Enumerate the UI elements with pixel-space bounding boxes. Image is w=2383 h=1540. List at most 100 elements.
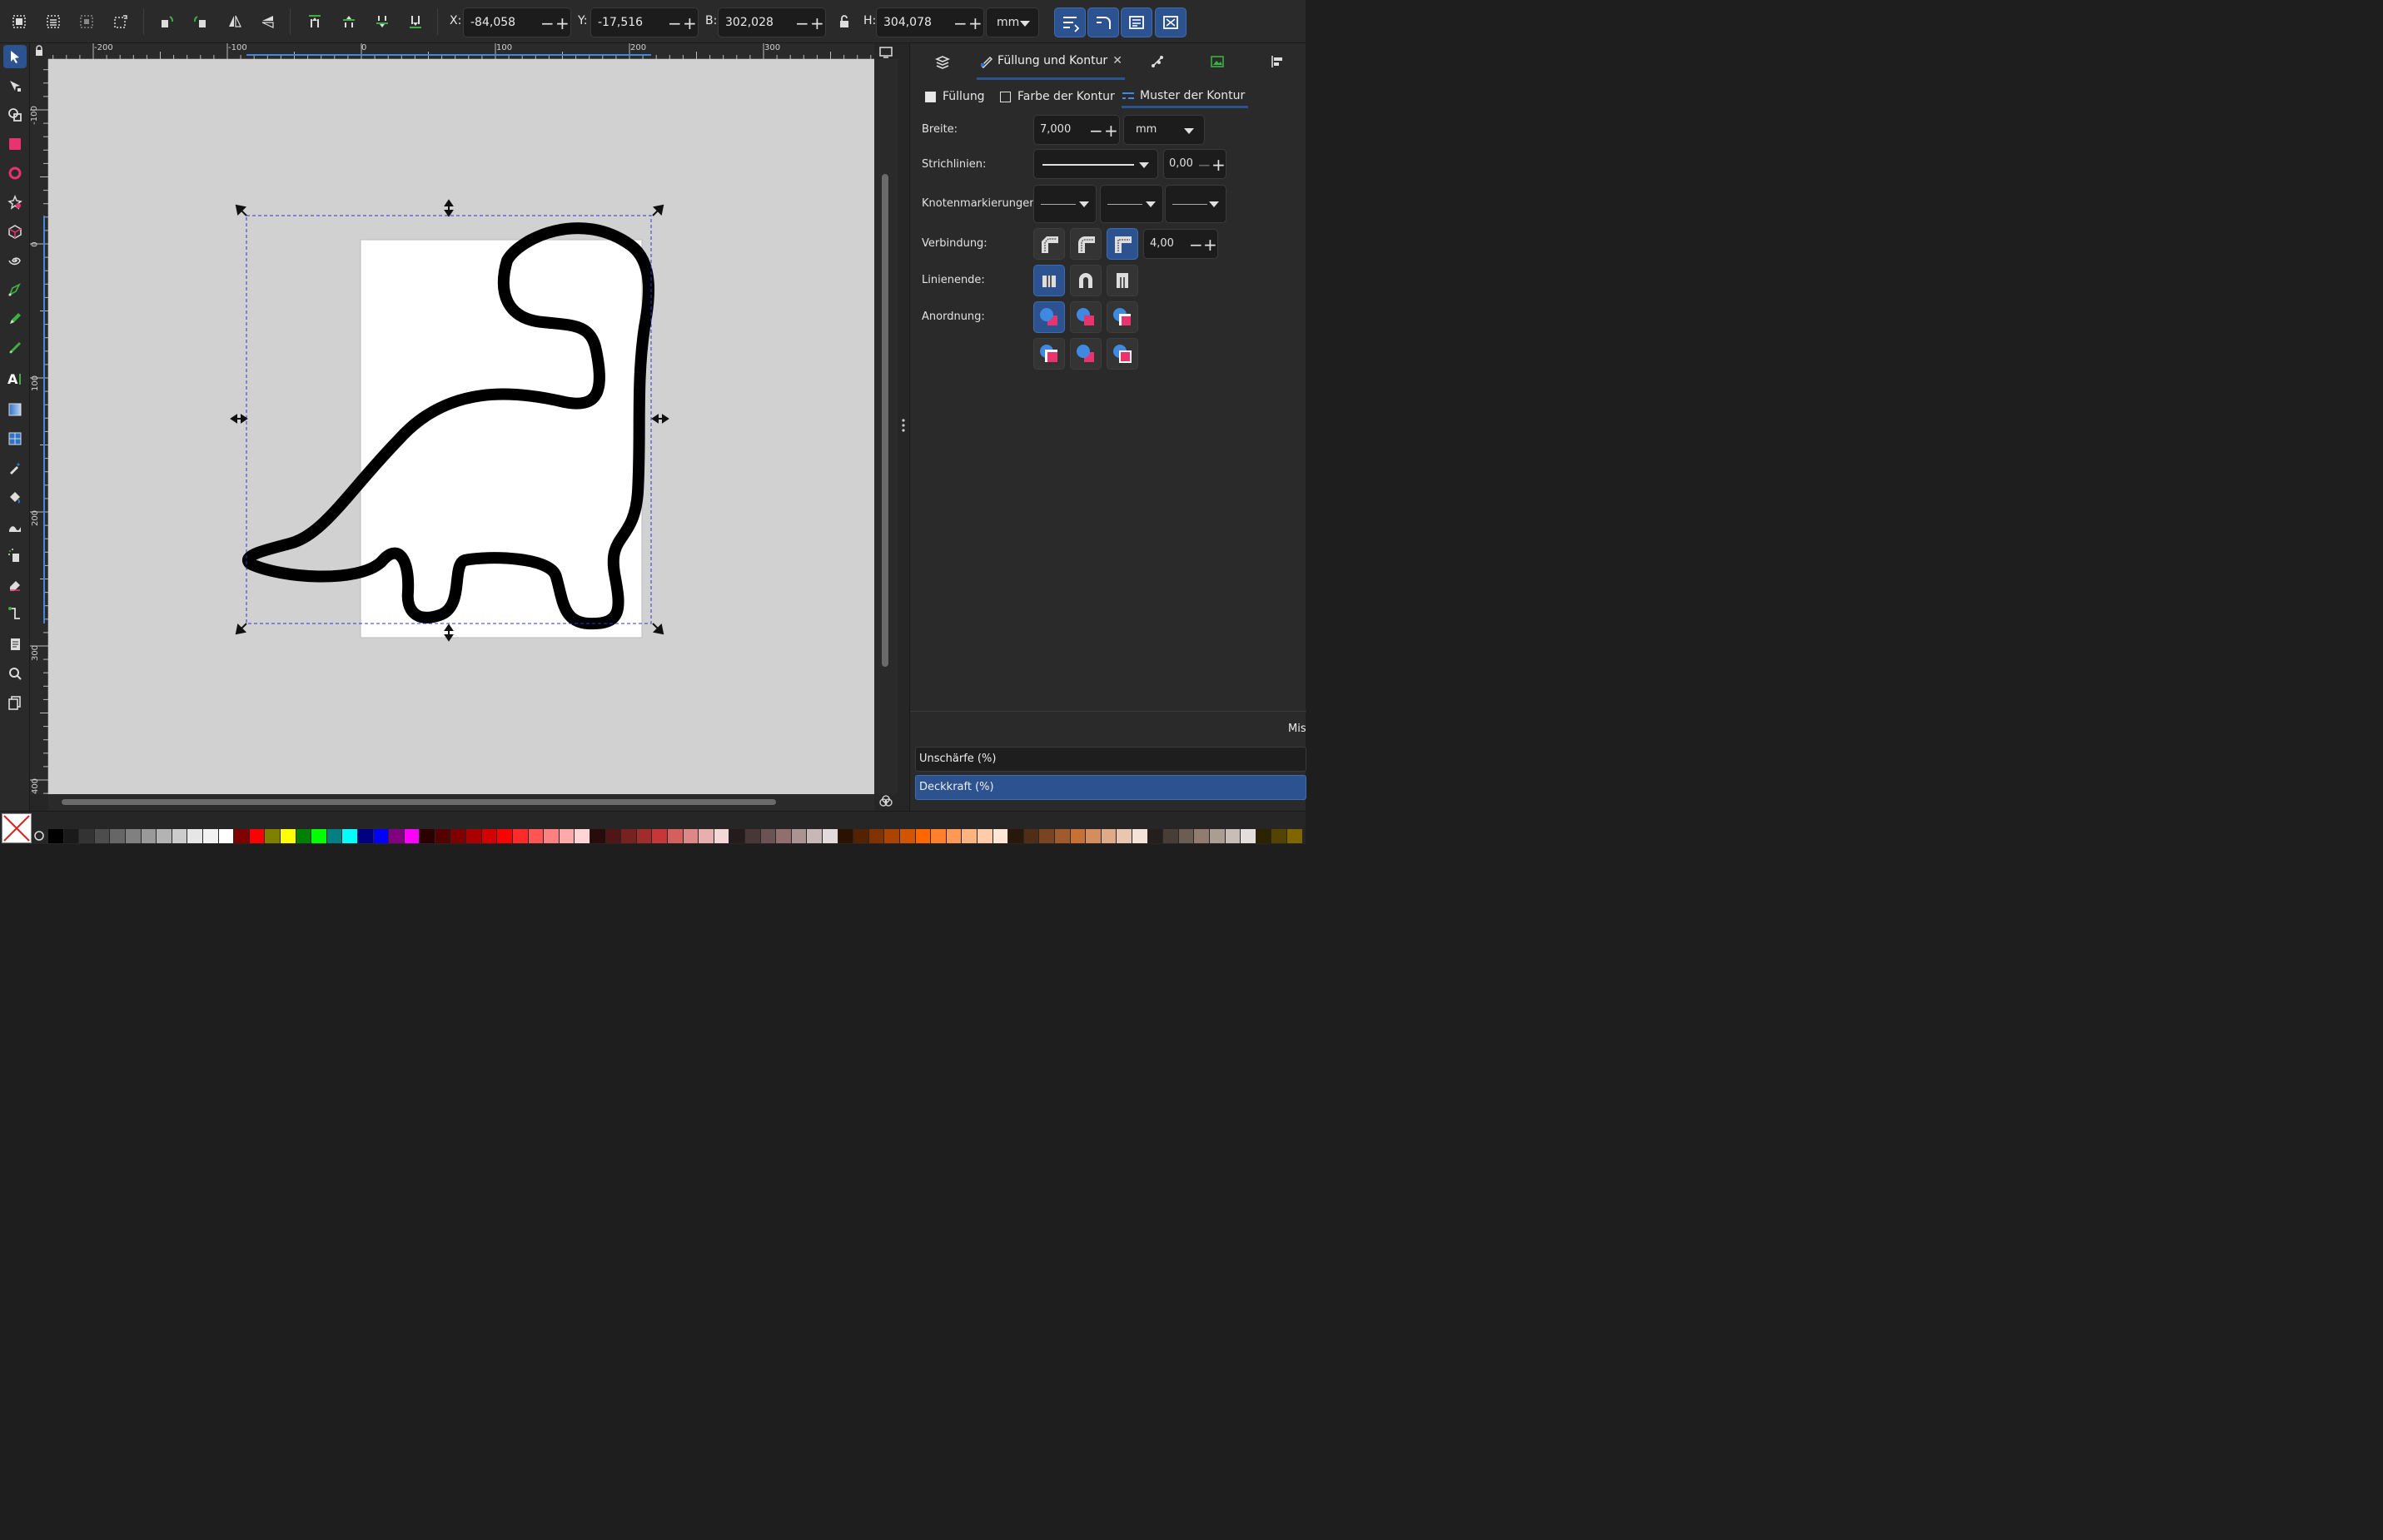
palette-swatch[interactable] <box>63 829 79 843</box>
dash-pattern-select[interactable] <box>1033 149 1158 179</box>
palette-swatch[interactable] <box>126 829 141 843</box>
palette-swatch[interactable] <box>791 829 807 843</box>
palette-swatch[interactable] <box>915 829 931 843</box>
x-input[interactable]: -84,058 − + <box>463 7 571 37</box>
spray-tool[interactable] <box>3 544 27 567</box>
x-decrement-button[interactable]: − <box>540 15 555 32</box>
scale-radii-toggle[interactable] <box>1087 7 1119 37</box>
palette-swatch[interactable] <box>1070 829 1086 843</box>
width-increment-button[interactable]: + <box>810 15 824 32</box>
palette-swatch[interactable] <box>358 829 373 843</box>
palette-swatch[interactable] <box>575 829 590 843</box>
palette-swatch[interactable] <box>636 829 652 843</box>
palette-swatch[interactable] <box>311 829 326 843</box>
palette-swatch[interactable] <box>652 829 667 843</box>
palette-swatch[interactable] <box>420 829 435 843</box>
flip-horizontal-icon[interactable] <box>223 10 246 33</box>
miter-limit-input[interactable]: 4,00 − + <box>1143 229 1218 259</box>
palette-swatch[interactable] <box>249 829 265 843</box>
rotate-ccw-icon[interactable] <box>155 10 178 33</box>
subtab-stroke-paint[interactable]: Farbe der Kontur <box>1000 85 1115 108</box>
tab-layers[interactable] <box>910 43 975 80</box>
blur-slider[interactable]: Unschärfe (%) <box>915 747 1306 772</box>
palette-swatch[interactable] <box>187 829 202 843</box>
tab-xml-editor[interactable] <box>1128 43 1187 80</box>
palette-swatch[interactable] <box>884 829 899 843</box>
no-paint-swatch[interactable] <box>2 813 32 843</box>
lower-to-bottom-icon[interactable] <box>404 10 427 33</box>
palette-swatch[interactable] <box>1132 829 1147 843</box>
palette-swatch[interactable] <box>94 829 110 843</box>
palette-swatch[interactable] <box>1086 829 1101 843</box>
order-fill-stroke-markers[interactable] <box>1033 301 1065 333</box>
eraser-tool[interactable] <box>3 573 27 596</box>
palette-swatch[interactable] <box>590 829 605 843</box>
palette-swatch[interactable] <box>497 829 512 843</box>
tweak-tool[interactable] <box>3 514 27 538</box>
cap-round-button[interactable] <box>1070 265 1102 296</box>
pencil-tool[interactable] <box>3 307 27 330</box>
x-increment-button[interactable]: + <box>555 15 570 32</box>
unit-select[interactable]: mm <box>986 7 1039 37</box>
end-marker-select[interactable] <box>1165 185 1226 223</box>
dash-offset-decrement[interactable]: − <box>1197 155 1211 175</box>
order-markers-stroke-fill[interactable] <box>1107 338 1138 370</box>
palette-swatch[interactable] <box>389 829 404 843</box>
subtab-fill[interactable]: Füllung <box>925 85 985 108</box>
text-tool[interactable]: A <box>3 367 27 390</box>
join-bevel-button[interactable] <box>1033 228 1065 260</box>
palette-menu-icon[interactable] <box>33 830 45 842</box>
start-marker-select[interactable] <box>1033 185 1097 223</box>
stroke-width-increment[interactable]: + <box>1104 121 1118 141</box>
palette-swatch[interactable] <box>1055 829 1070 843</box>
rotate-cw-icon[interactable] <box>189 10 212 33</box>
palette-swatch[interactable] <box>513 829 528 843</box>
horizontal-scrollbar[interactable] <box>48 794 874 811</box>
palette-swatch[interactable] <box>668 829 683 843</box>
star-tool[interactable] <box>3 191 27 214</box>
drawing-canvas[interactable] <box>48 59 874 794</box>
transform-gradients-toggle[interactable] <box>1121 7 1152 37</box>
order-markers-fill-stroke[interactable] <box>1033 338 1065 370</box>
palette-swatch[interactable] <box>1271 829 1286 843</box>
palette-swatch[interactable] <box>141 829 157 843</box>
palette-swatch[interactable] <box>79 829 94 843</box>
invert-selection-icon[interactable] <box>75 10 98 33</box>
palette-swatch[interactable] <box>218 829 234 843</box>
calligraphy-tool[interactable] <box>3 336 27 360</box>
palette-swatch[interactable] <box>931 829 946 843</box>
palette-swatch[interactable] <box>853 829 868 843</box>
palette-swatch[interactable] <box>993 829 1008 843</box>
palette-swatch[interactable] <box>823 829 838 843</box>
join-miter-button[interactable] <box>1107 228 1138 260</box>
palette-swatch[interactable] <box>296 829 311 843</box>
palette-swatch[interactable] <box>172 829 187 843</box>
palette-swatch[interactable] <box>683 829 699 843</box>
palette-swatch[interactable] <box>466 829 481 843</box>
flip-vertical-icon[interactable] <box>256 10 280 33</box>
palette-swatch[interactable] <box>1039 829 1054 843</box>
ellipse-tool[interactable] <box>3 161 27 185</box>
scale-stroke-toggle[interactable] <box>1054 7 1086 37</box>
palette-swatch[interactable] <box>1256 829 1271 843</box>
palette-swatch[interactable] <box>373 829 389 843</box>
palette-swatch[interactable] <box>605 829 621 843</box>
palette-swatch[interactable] <box>1023 829 1039 843</box>
tab-fill-and-stroke[interactable]: Füllung und Kontur ✕ <box>977 43 1125 80</box>
palette-swatch[interactable] <box>481 829 497 843</box>
palette-swatch[interactable] <box>234 829 249 843</box>
mid-marker-select[interactable] <box>1100 185 1163 223</box>
palette-swatch[interactable] <box>326 829 342 843</box>
miter-decrement[interactable]: − <box>1189 235 1203 255</box>
palette-swatch[interactable] <box>1147 829 1163 843</box>
horizontal-ruler[interactable]: -200 -100 0 100 200 300 <box>48 43 874 59</box>
join-round-button[interactable] <box>1070 228 1102 260</box>
vertical-ruler[interactable]: -100 0 100 200 300 400 <box>30 59 48 794</box>
cap-butt-button[interactable] <box>1033 265 1065 296</box>
palette-swatch[interactable] <box>962 829 977 843</box>
raise-icon[interactable] <box>337 10 361 33</box>
palette-swatch[interactable] <box>946 829 962 843</box>
opacity-slider[interactable]: Deckkraft (%) <box>915 775 1306 800</box>
dropper-tool[interactable] <box>3 456 27 479</box>
palette-swatch[interactable] <box>1117 829 1132 843</box>
